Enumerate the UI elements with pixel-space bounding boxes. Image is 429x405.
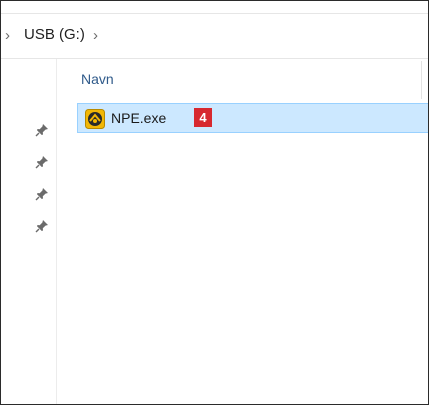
file-list-pane: Navn NPE.exe 4 [57, 59, 428, 404]
address-bar[interactable]: › USB (G:) › [1, 14, 428, 59]
chevron-right-icon[interactable]: › [93, 28, 98, 44]
pin-icon[interactable] [35, 123, 49, 137]
breadcrumb-usb-drive[interactable]: USB (G:) [24, 26, 85, 44]
chevron-right-icon[interactable]: › [5, 28, 10, 44]
file-name: NPE.exe [111, 110, 167, 126]
pin-icon[interactable] [35, 219, 49, 233]
toolbar-strip [1, 1, 428, 14]
column-divider[interactable] [421, 61, 422, 99]
step-number-badge: 4 [194, 108, 212, 127]
pin-icon[interactable] [35, 155, 49, 169]
file-explorer-window: › USB (G:) › Navn NPE.exe 4 [0, 0, 429, 405]
pin-icon[interactable] [35, 187, 49, 201]
npe-app-icon [85, 109, 105, 129]
navigation-pane [1, 59, 57, 404]
column-header-name[interactable]: Navn [81, 71, 114, 87]
file-row-npe-exe[interactable]: NPE.exe 4 [77, 103, 428, 133]
